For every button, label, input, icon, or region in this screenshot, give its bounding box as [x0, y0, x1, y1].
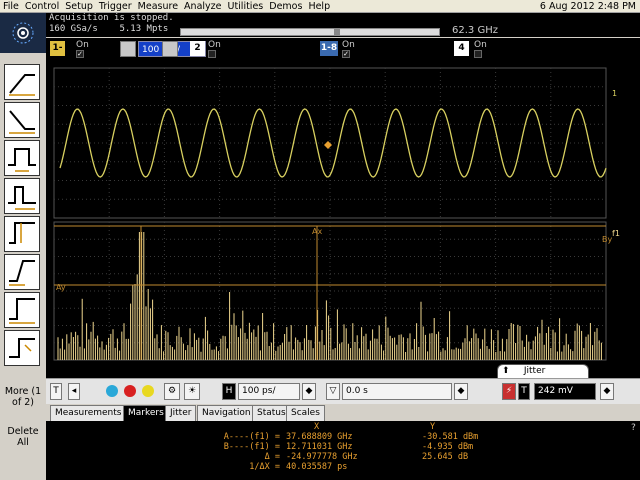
pulse-width-tool-icon[interactable] — [4, 140, 40, 176]
rising-edge-tool-icon[interactable] — [4, 64, 40, 100]
fft-spectrum-trace — [57, 232, 602, 360]
sample-rate: 160 GSa/s — [49, 24, 98, 34]
function-channel-button[interactable]: 1-8 — [320, 41, 338, 56]
channel-4-on-label: On — [474, 40, 487, 50]
function-channel-checkbox[interactable]: ✓ — [342, 50, 350, 58]
transition-tool-icon[interactable] — [4, 254, 40, 290]
control-row: T ◂ ⚙ ☀ H 100 ps/ ◆ ▽ 0.0 s ◆ ⚡ T 242 mV… — [46, 378, 640, 404]
run-button[interactable] — [106, 385, 118, 397]
channel-1-offset-spin[interactable] — [162, 41, 178, 57]
left-toolbar: More (1 of 2) — [0, 60, 46, 420]
timebase-spin[interactable]: ◆ — [302, 383, 316, 400]
bottom-tabs: Measurements Markers Jitter Navigation S… — [46, 404, 640, 421]
menu-bar: File Control Setup Trigger Measure Analy… — [0, 0, 640, 13]
channel-2-checkbox[interactable] — [208, 50, 216, 58]
channel-1-marker: 1 — [612, 89, 617, 98]
memory-depth: 5.13 Mpts — [119, 24, 169, 34]
setup-hold-tool-icon[interactable] — [4, 216, 40, 252]
jitter-panel-tab[interactable]: ⬆ Jitter — [497, 364, 589, 378]
delete-all-button[interactable]: Delete All — [2, 426, 44, 448]
more-button[interactable]: More (1 of 2) — [2, 386, 44, 408]
marker-row: 1/ΔX = 40.035587 ps — [249, 462, 348, 472]
marker-row: B----(f1) = 12.711031 GHz -4.935 dBm — [223, 442, 474, 452]
clear-display-button[interactable]: ☀ — [184, 383, 200, 400]
ax-label: Ax — [312, 227, 322, 236]
marker-row: A----(f1) = 37.688809 GHz -30.581 dBm — [223, 432, 479, 442]
tab-measurements[interactable]: Measurements — [50, 405, 127, 421]
tab-jitter[interactable]: Jitter — [165, 405, 197, 421]
channel-bar: 1-8 On ✓ 100 mV/ 2 On 1-8 On ✓ 4 On — [46, 38, 640, 68]
autoscale-button[interactable]: ⚙ — [164, 383, 180, 400]
menu-setup[interactable]: Setup — [62, 0, 96, 13]
window-tool-icon[interactable] — [4, 292, 40, 328]
tab-scales[interactable]: Scales — [286, 405, 325, 421]
channel-4-checkbox[interactable] — [474, 50, 482, 58]
column-y-header: Y — [430, 422, 436, 432]
markers-panel: ? X Y A----(f1) = 37.688809 GHz -30.581 … — [46, 421, 640, 480]
up-arrow-icon: ⬆ — [502, 366, 510, 376]
trigger-point-icon — [324, 141, 332, 149]
stop-button[interactable] — [124, 385, 136, 397]
single-button[interactable] — [142, 385, 154, 397]
delay-input[interactable]: 0.0 s — [342, 383, 452, 400]
menu-measure[interactable]: Measure — [135, 0, 181, 13]
scope-display[interactable]: Ax Ay By f1 1 — [46, 60, 640, 378]
tab-navigation[interactable]: Navigation — [197, 405, 256, 421]
menu-analyze[interactable]: Analyze — [181, 0, 224, 13]
acquisition-scrollbar[interactable] — [180, 28, 440, 36]
menu-file[interactable]: File — [0, 0, 22, 13]
delay-spin-2[interactable]: ◆ — [454, 383, 468, 400]
menu-control[interactable]: Control — [22, 0, 62, 13]
trigger-level-input[interactable]: 242 mV — [534, 383, 596, 400]
menu-help[interactable]: Help — [305, 0, 333, 13]
ay-label: Ay — [56, 283, 66, 292]
channel-2-on-label: On — [208, 40, 221, 50]
trigger-source-button[interactable]: ⚡ — [502, 383, 516, 400]
channel-1-on-label: On — [76, 40, 89, 50]
function-channel-on-label: On — [342, 40, 355, 50]
runt-tool-icon[interactable] — [4, 178, 40, 214]
previous-arrow-button[interactable]: ◂ — [68, 383, 80, 400]
marker-row: Δ = -24.977778 GHz 25.645 dB — [264, 452, 469, 462]
menu-utilities[interactable]: Utilities — [224, 0, 266, 13]
delay-spin[interactable]: ▽ — [326, 383, 340, 400]
scroll-thumb[interactable] — [334, 29, 340, 35]
trigger-level-t-button[interactable]: T — [518, 383, 530, 400]
trigger-t-button[interactable]: T — [50, 383, 62, 400]
frequency-readout: 62.3 GHz — [452, 25, 498, 36]
tab-markers[interactable]: Markers — [123, 405, 169, 421]
menu-demos[interactable]: Demos — [266, 0, 305, 13]
instrument-logo-icon — [0, 13, 46, 53]
channel-1-checkbox[interactable]: ✓ — [76, 50, 84, 58]
column-x-header: X — [314, 422, 320, 432]
horizontal-h-button[interactable]: H — [222, 383, 236, 400]
channel-1-button[interactable]: 1-8 — [50, 41, 65, 68]
trigger-level-spin[interactable]: ◆ — [600, 383, 614, 400]
channel-4-button[interactable]: 4 — [454, 41, 469, 56]
channel-1-spin-button[interactable] — [120, 41, 136, 57]
falling-edge-tool-icon[interactable] — [4, 102, 40, 138]
zone-tool-icon[interactable] — [4, 330, 40, 366]
waveform-graticule[interactable]: Ax Ay By f1 1 — [46, 60, 640, 378]
timebase-input[interactable]: 100 ps/ — [238, 383, 300, 400]
time-domain-trace — [59, 108, 607, 178]
channel-2-button[interactable]: 2 — [190, 41, 205, 56]
menu-trigger[interactable]: Trigger — [96, 0, 135, 13]
acquisition-status: Acquisition is stopped. — [49, 13, 174, 23]
datetime: 6 Aug 2012 2:48 PM — [539, 1, 636, 12]
f1-label: f1 — [612, 229, 620, 238]
tab-status[interactable]: Status — [252, 405, 291, 421]
by-label: By — [602, 235, 612, 244]
